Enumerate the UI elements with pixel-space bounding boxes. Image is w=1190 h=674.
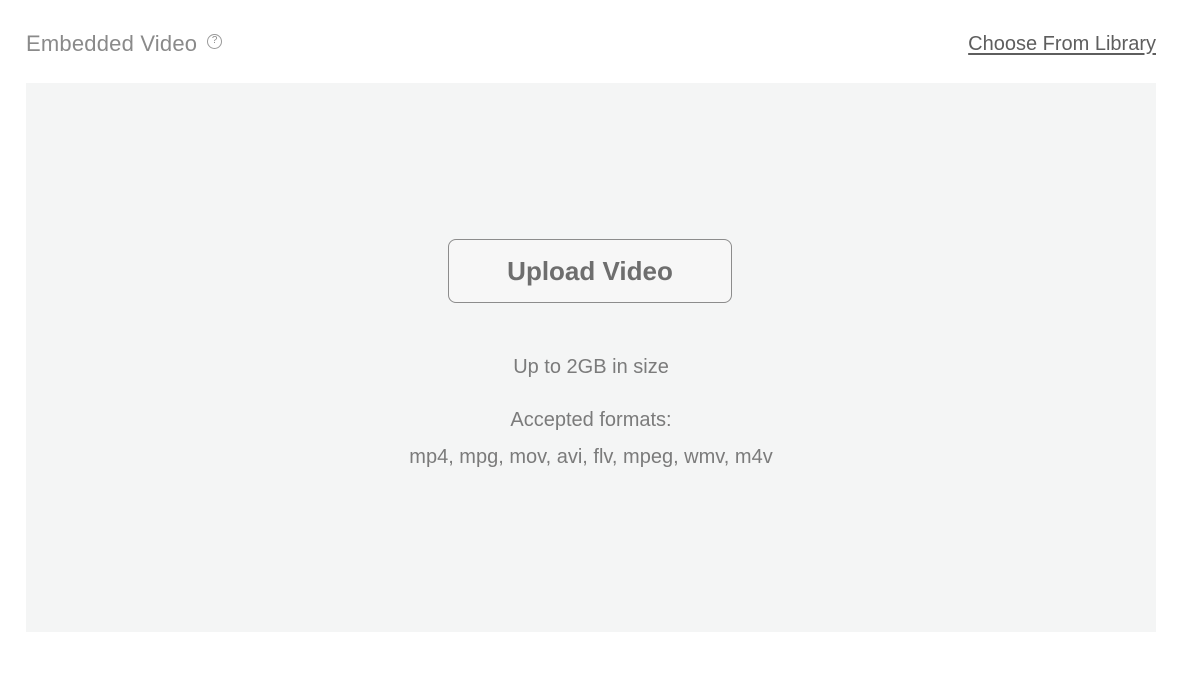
section-header: Embedded Video ? Choose From Library bbox=[26, 26, 1156, 62]
size-limit-text: Up to 2GB in size bbox=[513, 356, 669, 378]
accepted-formats-label: Accepted formats: bbox=[510, 409, 672, 431]
question-circle-icon[interactable]: ? bbox=[207, 33, 223, 49]
title-group: Embedded Video ? bbox=[26, 31, 223, 57]
section-title: Embedded Video bbox=[26, 31, 198, 56]
accepted-formats-list: mp4, mpg, mov, avi, flv, mpeg, wmv, m4v bbox=[409, 446, 773, 468]
embedded-video-panel: Embedded Video ? Choose From Library Upl… bbox=[0, 0, 1190, 674]
choose-from-library-link[interactable]: Choose From Library bbox=[968, 33, 1156, 56]
upload-video-button[interactable]: Upload Video bbox=[448, 239, 732, 303]
video-dropzone[interactable]: Upload Video Up to 2GB in size Accepted … bbox=[26, 83, 1156, 632]
